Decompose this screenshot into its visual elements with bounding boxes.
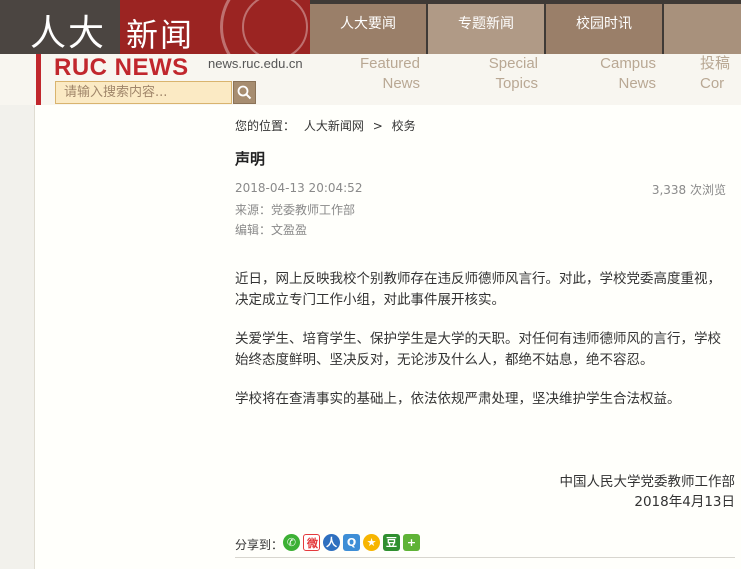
article-signature: 中国人民大学党委教师工作部	[559, 474, 736, 490]
en-tab-contribute[interactable]: 投稿 Cor	[700, 54, 741, 94]
tencent-weibo-glyph: ★	[366, 536, 377, 549]
search-icon	[237, 85, 252, 100]
en-tab-line: Campus	[600, 55, 656, 72]
article-paragraph: 学校将在查清事实的基础上，依法依规严肃处理，坚决维护学生合法权益。	[235, 391, 681, 407]
nav-tab-campus-news[interactable]: 校园时讯	[546, 4, 662, 54]
site-url: news.ruc.edu.cn	[208, 56, 303, 71]
site-logo[interactable]: 人大	[0, 0, 120, 54]
nav-tab-contribute[interactable]	[664, 4, 741, 54]
brand-accent-bar	[36, 54, 41, 105]
article-paragraph: 关爱学生、培育学生、保护学生是大学的天职。对任何有违师德师风的言行，学校始终态度…	[235, 331, 721, 368]
en-tab-line: Topics	[495, 75, 538, 92]
qzone-glyph: Q	[346, 536, 357, 549]
breadcrumb-separator: >	[372, 119, 383, 133]
breadcrumb-home-link[interactable]: 人大新闻网	[304, 119, 364, 133]
view-count: 3,338 次浏览	[651, 183, 726, 197]
nav-tab-special-news[interactable]: 专题新闻	[428, 4, 544, 54]
more-share-glyph: +	[406, 536, 417, 549]
university-seal-inner-icon	[242, 0, 308, 54]
wechat-glyph: ✆	[286, 536, 297, 549]
search-button[interactable]	[233, 81, 256, 104]
en-tab-campus-news[interactable]: Campus News	[566, 54, 656, 94]
en-tab-special-topics[interactable]: Special Topics	[448, 54, 538, 94]
breadcrumb-prefix: 您的位置：	[235, 119, 296, 133]
divider	[235, 557, 735, 558]
article-sign-date: 2018年4月13日	[634, 494, 735, 510]
douban-glyph: 豆	[386, 536, 397, 549]
douban-icon[interactable]: 豆	[383, 534, 400, 551]
en-tab-line: Cor	[700, 75, 725, 92]
nav-tab-ruc-news[interactable]: 人大要闻	[310, 4, 426, 54]
breadcrumb-section-link[interactable]: 校务	[392, 119, 416, 133]
renren-glyph: 人	[326, 536, 337, 549]
tencent-weibo-icon[interactable]: ★	[363, 534, 380, 551]
article-title: 声明	[235, 150, 266, 168]
renren-icon[interactable]: 人	[323, 534, 340, 551]
en-tab-line: 投稿	[700, 55, 731, 72]
en-tab-line: Featured	[359, 55, 420, 72]
article-source: 来源：党委教师工作部	[235, 203, 356, 217]
search-input[interactable]: 请输入搜索内容...	[55, 81, 232, 104]
article-datetime: 2018-04-13 20:04:52	[235, 181, 363, 195]
en-tab-line: News	[618, 75, 656, 92]
en-tab-line: Special	[488, 55, 538, 72]
more-share-icon[interactable]: +	[403, 534, 420, 551]
breadcrumb: 您的位置： 人大新闻网 > 校务	[235, 117, 421, 134]
qzone-icon[interactable]: Q	[343, 534, 360, 551]
weibo-glyph: 微	[307, 537, 318, 550]
en-tab-line: News	[382, 75, 420, 92]
share-label: 分享到：	[235, 538, 284, 552]
logo-text-a: 人大	[30, 13, 107, 54]
article-editor: 编辑：文盈盈	[235, 223, 308, 237]
en-tab-featured-news[interactable]: Featured News	[330, 54, 420, 94]
article-paragraph: 近日，网上反映我校个别教师存在违反师德师风言行。对此，学校党委高度重视，决定成立…	[235, 271, 721, 308]
logo-red-panel: 新闻	[120, 0, 310, 54]
brand-title[interactable]: RUC NEWS	[54, 54, 189, 82]
weibo-icon[interactable]: 微	[303, 534, 320, 551]
logo-text-b: 新闻	[126, 16, 195, 54]
wechat-icon[interactable]: ✆	[283, 534, 300, 551]
